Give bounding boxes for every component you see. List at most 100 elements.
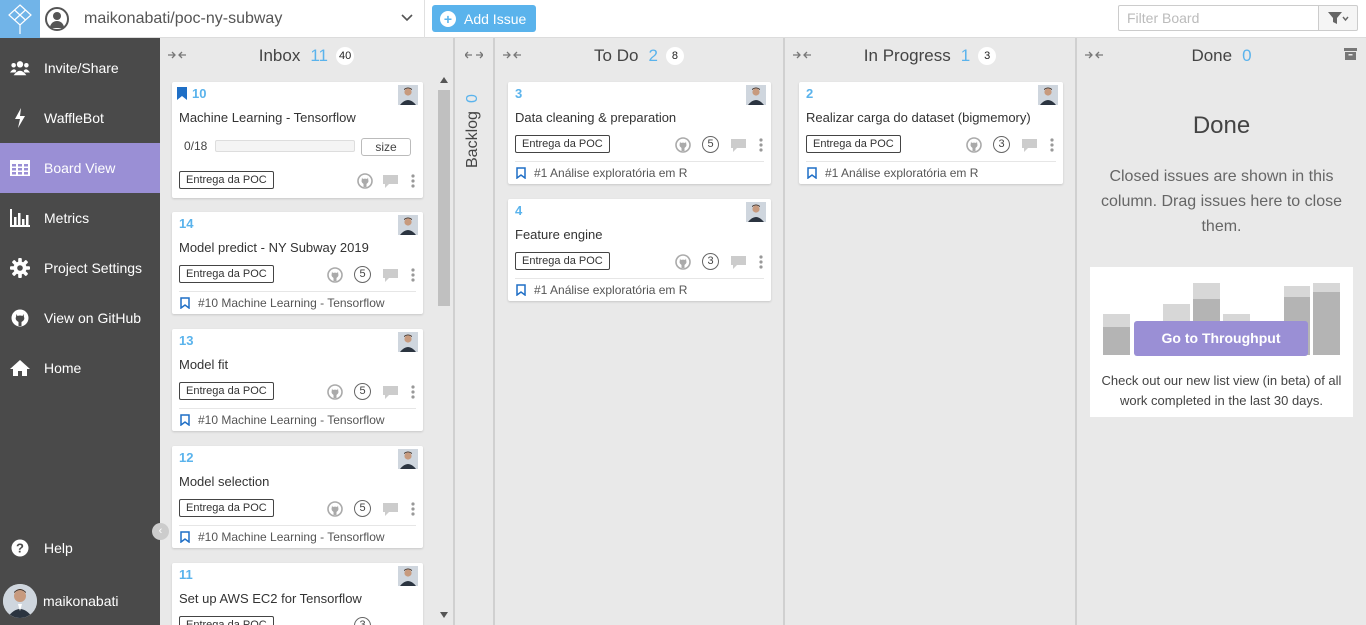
- issue-number[interactable]: 14: [179, 216, 193, 231]
- issue-card[interactable]: 14 Model predict - NY Subway 2019 Entreg…: [172, 212, 423, 314]
- repo-name[interactable]: maikonabati/poc-ny-subway: [84, 10, 282, 28]
- parent-epic-link[interactable]: #1 Análise exploratória em R: [806, 161, 1056, 183]
- issue-number[interactable]: 10: [192, 86, 206, 101]
- chevron-down-icon[interactable]: [400, 10, 414, 24]
- issue-card[interactable]: 3 Data cleaning & preparation Entrega da…: [508, 82, 771, 184]
- sidebar-item-help[interactable]: ? Help: [0, 523, 160, 573]
- estimate-badge[interactable]: 5: [354, 266, 371, 283]
- more-options-icon[interactable]: [411, 502, 415, 516]
- issue-label[interactable]: Entrega da POC: [179, 382, 274, 400]
- inbox-scrollbar[interactable]: [437, 75, 451, 621]
- more-options-icon[interactable]: [411, 174, 415, 188]
- issue-label[interactable]: Entrega da POC: [179, 171, 274, 189]
- github-icon[interactable]: [675, 137, 691, 153]
- github-icon[interactable]: [675, 254, 691, 270]
- estimate-badge[interactable]: 3: [354, 617, 371, 625]
- collapse-column-icon[interactable]: [793, 50, 811, 60]
- estimate-badge[interactable]: 5: [354, 500, 371, 517]
- more-options-icon[interactable]: [411, 268, 415, 282]
- github-icon[interactable]: [327, 501, 343, 517]
- issue-card[interactable]: 10 Machine Learning - Tensorflow 0/18 si…: [172, 82, 423, 198]
- estimate-badge[interactable]: 3: [993, 136, 1010, 153]
- sidebar-item-view-on-github[interactable]: View on GitHub: [0, 293, 160, 343]
- issue-number[interactable]: 3: [515, 86, 522, 101]
- comment-icon[interactable]: [1022, 139, 1037, 152]
- go-to-throughput-button[interactable]: Go to Throughput: [1134, 321, 1308, 356]
- parent-epic-link[interactable]: #10 Machine Learning - Tensorflow: [179, 408, 416, 430]
- assignee-avatar[interactable]: [398, 85, 418, 105]
- estimate-badge[interactable]: 3: [702, 253, 719, 270]
- backlog-vertical-title[interactable]: Backlog 0: [461, 78, 485, 168]
- assignee-avatar[interactable]: [1038, 85, 1058, 105]
- sidebar-item-home[interactable]: Home: [0, 343, 160, 393]
- sidebar-item-project-settings[interactable]: Project Settings: [0, 243, 160, 293]
- parent-epic-link[interactable]: #1 Análise exploratória em R: [515, 161, 764, 183]
- scroll-down-icon[interactable]: [440, 612, 448, 618]
- issue-title[interactable]: Model fit: [179, 357, 228, 372]
- scroll-up-icon[interactable]: [440, 77, 448, 83]
- user-profile[interactable]: maikonabati: [0, 583, 160, 619]
- issue-label[interactable]: Entrega da POC: [806, 135, 901, 153]
- archive-icon[interactable]: [1344, 48, 1357, 60]
- add-issue-button[interactable]: + Add Issue: [432, 5, 536, 32]
- assignee-avatar[interactable]: [746, 85, 766, 105]
- issue-card[interactable]: 4 Feature engine Entrega da POC 3 #1 Aná…: [508, 199, 771, 301]
- comment-icon[interactable]: [731, 139, 746, 152]
- issue-title[interactable]: Machine Learning - Tensorflow: [179, 110, 356, 125]
- scroll-thumb[interactable]: [438, 90, 450, 306]
- issue-number[interactable]: 11: [179, 567, 193, 582]
- issue-title[interactable]: Model predict - NY Subway 2019: [179, 240, 369, 255]
- issue-label[interactable]: Entrega da POC: [179, 616, 274, 625]
- filter-dropdown-button[interactable]: [1318, 5, 1358, 31]
- issue-number[interactable]: 12: [179, 450, 193, 465]
- issue-title[interactable]: Data cleaning & preparation: [515, 110, 676, 125]
- github-icon[interactable]: [966, 137, 982, 153]
- issue-label[interactable]: Entrega da POC: [515, 252, 610, 270]
- comment-icon[interactable]: [383, 386, 398, 399]
- sidebar-item-wafflebot[interactable]: WaffleBot: [0, 93, 160, 143]
- issue-title[interactable]: Realizar carga do dataset (bigmemory): [806, 110, 1031, 125]
- parent-epic-link[interactable]: #1 Análise exploratória em R: [515, 278, 764, 300]
- assignee-avatar[interactable]: [746, 202, 766, 222]
- more-options-icon[interactable]: [1050, 138, 1054, 152]
- collapse-column-icon[interactable]: [168, 50, 186, 60]
- github-icon[interactable]: [357, 173, 373, 189]
- assignee-avatar[interactable]: [398, 215, 418, 235]
- more-options-icon[interactable]: [759, 138, 763, 152]
- issue-title[interactable]: Model selection: [179, 474, 269, 489]
- comment-icon[interactable]: [383, 269, 398, 282]
- github-icon[interactable]: [327, 267, 343, 283]
- parent-epic-link[interactable]: #10 Machine Learning - Tensorflow: [179, 291, 416, 313]
- expand-column-icon[interactable]: [465, 50, 483, 60]
- issue-card[interactable]: 11 Set up AWS EC2 for Tensorflow Entrega…: [172, 563, 423, 625]
- size-button[interactable]: size: [361, 138, 411, 156]
- more-options-icon[interactable]: [759, 255, 763, 269]
- issue-label[interactable]: Entrega da POC: [515, 135, 610, 153]
- estimate-badge[interactable]: 5: [354, 383, 371, 400]
- comment-icon[interactable]: [383, 503, 398, 516]
- issue-card[interactable]: 12 Model selection Entrega da POC 5 #10 …: [172, 446, 423, 548]
- collapse-sidebar-button[interactable]: ‹: [152, 523, 169, 540]
- issue-title[interactable]: Set up AWS EC2 for Tensorflow: [179, 591, 362, 606]
- collapse-column-icon[interactable]: [503, 50, 521, 60]
- issue-card[interactable]: 2 Realizar carga do dataset (bigmemory) …: [799, 82, 1063, 184]
- waffle-logo-icon[interactable]: [0, 0, 40, 38]
- sidebar-item-metrics[interactable]: Metrics: [0, 193, 160, 243]
- collapse-column-icon[interactable]: [1085, 50, 1103, 60]
- issue-label[interactable]: Entrega da POC: [179, 265, 274, 283]
- assignee-avatar[interactable]: [398, 332, 418, 352]
- issue-label[interactable]: Entrega da POC: [179, 499, 274, 517]
- assignee-avatar[interactable]: [398, 566, 418, 586]
- filter-board-input[interactable]: [1118, 5, 1319, 31]
- issue-number[interactable]: 2: [806, 86, 813, 101]
- issue-number[interactable]: 4: [515, 203, 522, 218]
- github-icon[interactable]: [327, 384, 343, 400]
- sidebar-item-invite-share[interactable]: Invite/Share: [0, 43, 160, 93]
- estimate-badge[interactable]: 5: [702, 136, 719, 153]
- comment-icon[interactable]: [731, 256, 746, 269]
- issue-title[interactable]: Feature engine: [515, 227, 602, 242]
- issue-card[interactable]: 13 Model fit Entrega da POC 5 #10 Machin…: [172, 329, 423, 431]
- assignee-avatar[interactable]: [398, 449, 418, 469]
- comment-icon[interactable]: [383, 175, 398, 188]
- issue-number[interactable]: 13: [179, 333, 193, 348]
